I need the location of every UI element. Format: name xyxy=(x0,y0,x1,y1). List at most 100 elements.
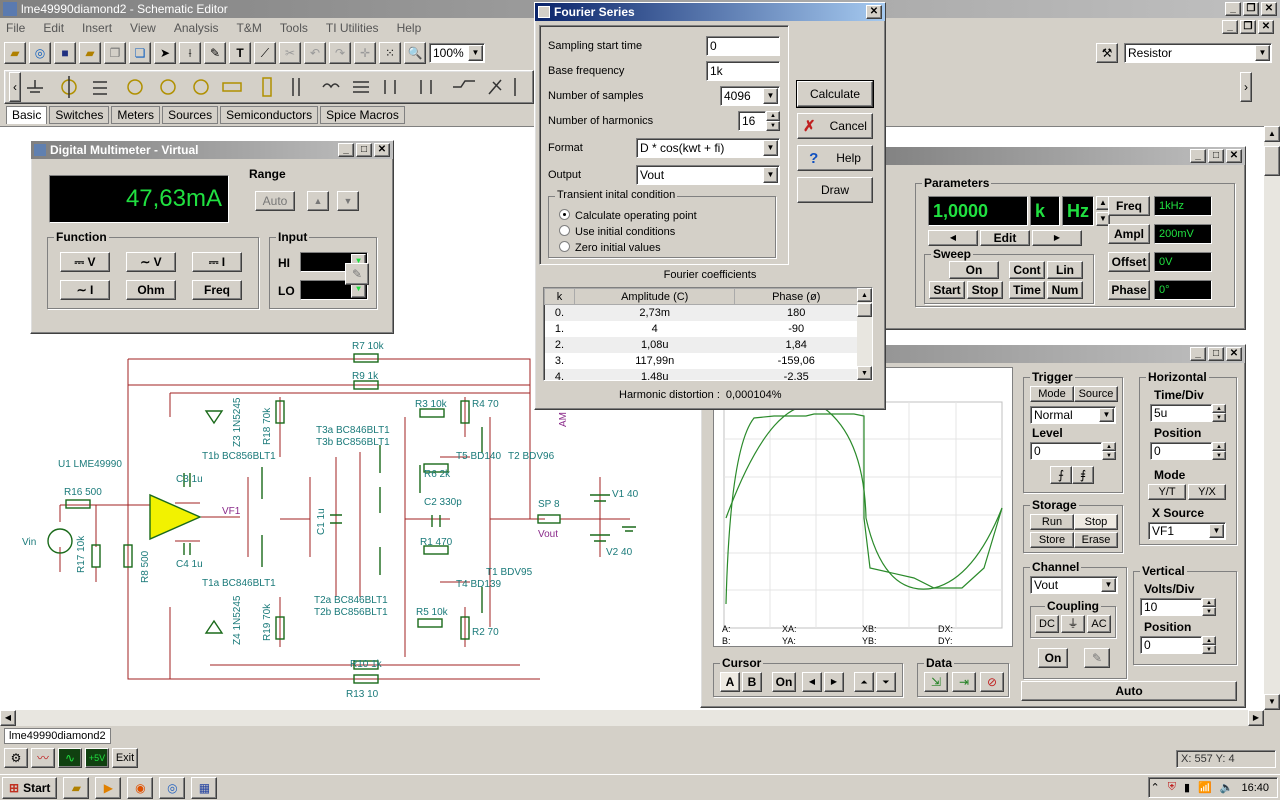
maximize-icon[interactable]: □ xyxy=(356,143,372,157)
tab-spice-macros[interactable]: Spice Macros xyxy=(320,106,405,124)
harmonics-up-icon[interactable]: ▲ xyxy=(766,111,780,121)
ampl-param-button[interactable]: Ampl xyxy=(1108,224,1150,244)
search-globe-icon[interactable]: ◎ xyxy=(29,42,51,64)
cursor-down-icon[interactable]: ⏷ xyxy=(876,672,896,692)
cut-icon[interactable]: ✂ xyxy=(279,42,301,64)
timediv-input[interactable]: 5u xyxy=(1150,404,1212,422)
data-export-icon[interactable]: ⇥ xyxy=(952,672,976,692)
next-icon[interactable]: ▶ xyxy=(1032,230,1082,246)
sweep-start-button[interactable]: Start xyxy=(929,281,965,299)
tray-network-icon[interactable]: ▮ xyxy=(1184,781,1190,794)
dc-voltage-button[interactable]: ⎓ V xyxy=(60,252,110,272)
radio-icon[interactable] xyxy=(559,241,570,252)
measure-icon[interactable]: ⟋ xyxy=(254,42,276,64)
undo-icon[interactable]: ↶ xyxy=(304,42,326,64)
cursor-on-button[interactable]: On xyxy=(772,672,796,692)
help-button[interactable]: ? Help xyxy=(797,145,873,171)
wire-tool-icon[interactable]: ⟊ xyxy=(179,42,201,64)
taskbar-firefox-icon[interactable]: ◉ xyxy=(127,776,154,799)
menu-tm[interactable]: T&M xyxy=(237,21,262,35)
sweep-lin-button[interactable]: Lin xyxy=(1047,261,1083,279)
sweep-cont-button[interactable]: Cont xyxy=(1009,261,1045,279)
close-icon[interactable]: ✕ xyxy=(866,5,882,19)
table-scroll-down-icon[interactable]: ▼ xyxy=(857,366,872,380)
radio-initial[interactable]: Use initial conditions xyxy=(559,225,675,238)
freq-button[interactable]: Freq xyxy=(192,280,242,300)
table-scroll-up-icon[interactable]: ▲ xyxy=(857,288,872,302)
draw-button[interactable]: Draw xyxy=(797,177,873,203)
level-down-icon[interactable]: ▼ xyxy=(1102,451,1116,460)
chevron-down-icon[interactable]: ▼ xyxy=(763,88,778,104)
channel-pen-icon[interactable]: ✎ xyxy=(1084,648,1110,668)
dc-current-button[interactable]: ⎓ I xyxy=(192,252,242,272)
close-icon[interactable]: ✕ xyxy=(1226,149,1242,163)
falling-edge-icon[interactable]: ⨎ xyxy=(1072,466,1094,484)
trigger-mode-select[interactable]: Normal ▼ xyxy=(1030,406,1116,424)
component-select[interactable]: Resistor ▼ xyxy=(1124,43,1272,63)
table-scroll-thumb[interactable] xyxy=(857,303,872,317)
range-up-icon[interactable]: ▲ xyxy=(307,191,329,211)
generator-titlebar[interactable]: _ □ ✕ xyxy=(869,147,1245,165)
table-scrollbar[interactable]: ▲ ▼ xyxy=(857,288,872,380)
vertical-scrollbar[interactable]: ▲ ▼ xyxy=(1264,126,1280,710)
chevron-down-icon[interactable]: ▼ xyxy=(1101,578,1116,592)
prev-icon[interactable]: ◀ xyxy=(928,230,978,246)
copy-icon[interactable]: ❐ xyxy=(104,42,126,64)
range-down-icon[interactable]: ▼ xyxy=(337,191,359,211)
palette-scroll-right-icon[interactable]: › xyxy=(1240,72,1252,102)
mdi-restore-icon[interactable]: ❐ xyxy=(1240,20,1256,34)
minimize-icon[interactable]: _ xyxy=(1225,2,1241,16)
minimize-icon[interactable]: _ xyxy=(338,143,354,157)
sweep-num-button[interactable]: Num xyxy=(1047,281,1083,299)
pen-icon[interactable]: ✎ xyxy=(204,42,226,64)
coupling-ground-button[interactable]: ⏚ xyxy=(1061,615,1085,633)
probe-pen-icon[interactable]: ✎ xyxy=(345,263,369,285)
timediv-up-icon[interactable]: ▲ xyxy=(1212,404,1226,413)
zoom-select[interactable]: 100% ▼ xyxy=(429,43,485,63)
restore-icon[interactable]: ❐ xyxy=(1243,2,1259,16)
grid-icon[interactable]: ⁙ xyxy=(379,42,401,64)
cursor-left-icon[interactable]: ◀ xyxy=(802,672,822,692)
tab-basic[interactable]: Basic xyxy=(6,106,48,124)
probe-icon[interactable]: ⚙ xyxy=(4,748,28,768)
tab-meters[interactable]: Meters xyxy=(111,106,161,124)
minimize-icon[interactable]: _ xyxy=(1190,149,1206,163)
edit-button[interactable]: Edit xyxy=(980,230,1030,246)
storage-store-button[interactable]: Store xyxy=(1030,532,1074,548)
phase-param-button[interactable]: Phase xyxy=(1108,280,1150,300)
timediv-down-icon[interactable]: ▼ xyxy=(1212,413,1226,422)
taskbar-media-icon[interactable]: ▶ xyxy=(95,776,122,799)
cursor-a-button[interactable]: A xyxy=(720,672,740,692)
rising-edge-icon[interactable]: ⨍ xyxy=(1050,466,1072,484)
pointer-icon[interactable]: ➤ xyxy=(154,42,176,64)
ac-current-button[interactable]: ∼ I xyxy=(60,280,110,300)
multimeter-titlebar[interactable]: Digital Multimeter - Virtual _ □ ✕ xyxy=(31,141,393,159)
table-row[interactable]: 2. 1,08u 1,84 xyxy=(544,336,858,353)
voltsdiv-input[interactable]: 10 xyxy=(1140,598,1202,616)
tray-signal-icon[interactable]: 📶 xyxy=(1198,781,1212,794)
zoom-icon[interactable]: 🔍 xyxy=(404,42,426,64)
waveform-icon[interactable]: ∿ xyxy=(58,748,82,768)
voltsdiv-down-icon[interactable]: ▼ xyxy=(1202,607,1216,616)
level-up-icon[interactable]: ▲ xyxy=(1102,442,1116,451)
storage-erase-button[interactable]: Erase xyxy=(1074,532,1118,548)
scope-auto-button[interactable]: Auto xyxy=(1021,681,1237,701)
hposition-down-icon[interactable]: ▼ xyxy=(1212,451,1226,460)
chevron-down-icon[interactable]: ▼ xyxy=(763,140,778,156)
menu-edit[interactable]: Edit xyxy=(43,21,64,35)
radio-calc-op[interactable]: Calculate operating point xyxy=(559,209,697,222)
menu-ti-utilities[interactable]: TI Utilities xyxy=(326,21,379,35)
base-frequency-input[interactable]: 1k xyxy=(706,61,780,81)
calculate-button[interactable]: Calculate xyxy=(796,80,874,108)
text-tool-icon[interactable]: T xyxy=(229,42,251,64)
radio-zero[interactable]: Zero initial values xyxy=(559,241,661,254)
component-icons[interactable] xyxy=(23,72,523,102)
scroll-left-icon[interactable]: ‹ xyxy=(9,72,21,102)
save-icon[interactable]: ■ xyxy=(54,42,76,64)
format-select[interactable]: D * cos(kwt + fi) ▼ xyxy=(636,138,780,158)
component-tool-icon[interactable]: ⚒ xyxy=(1096,43,1118,63)
vposition-input[interactable]: 0 xyxy=(1140,636,1202,654)
xsource-select[interactable]: VF1 ▼ xyxy=(1148,522,1226,540)
folder-icon[interactable]: ▰ xyxy=(79,42,101,64)
data-clear-icon[interactable]: ⊘ xyxy=(980,672,1004,692)
